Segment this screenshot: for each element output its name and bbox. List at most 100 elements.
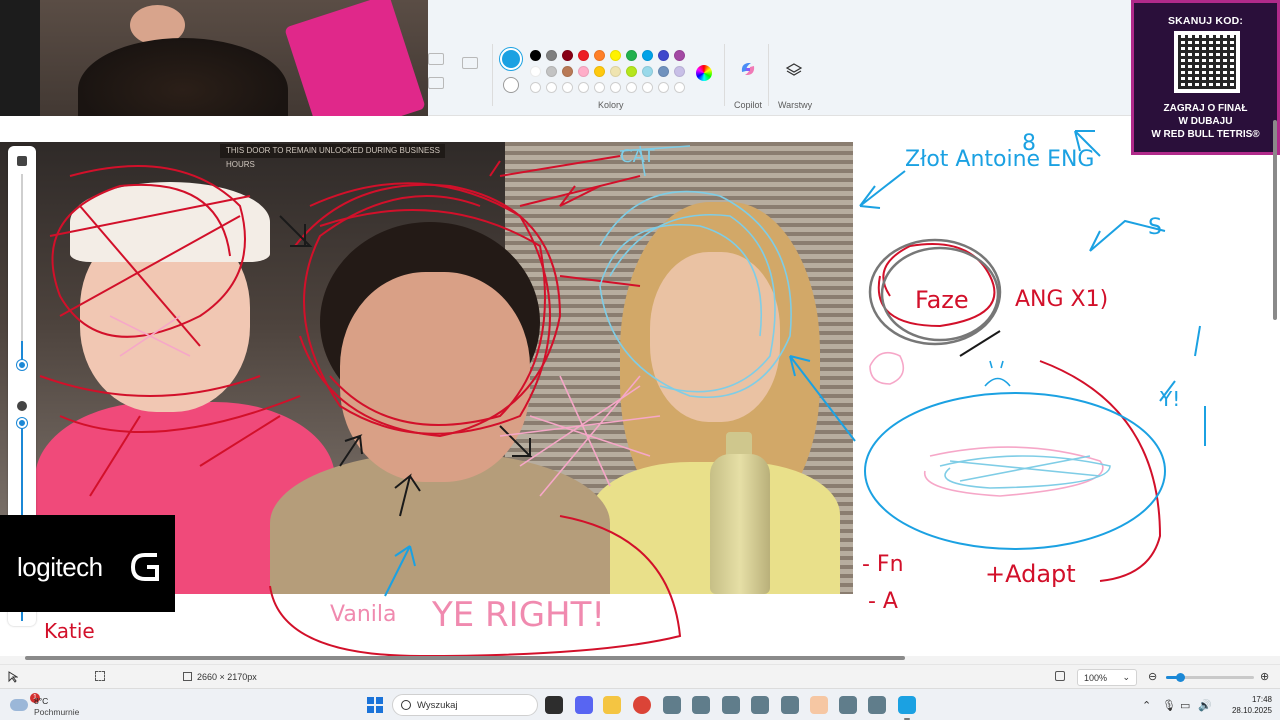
paint-icon[interactable]: [898, 696, 916, 714]
color-swatch[interactable]: [642, 66, 653, 77]
discord-icon[interactable]: [575, 696, 593, 714]
color-swatch[interactable]: [658, 50, 669, 61]
qr-title: SKANUJ KOD:: [1167, 15, 1244, 27]
color-swatch[interactable]: [626, 66, 637, 77]
chrome-icon[interactable]: [633, 696, 651, 714]
zoom-slider[interactable]: [1166, 673, 1254, 682]
logitech-g-icon: [130, 553, 159, 581]
weather-condition: Pochmurnie: [34, 707, 80, 717]
color-swatch[interactable]: [674, 66, 685, 77]
annotation-eight: 8: [1022, 131, 1036, 156]
zoom-in-icon[interactable]: ⊕: [1260, 670, 1269, 683]
zoom-slider-knob[interactable]: [1176, 673, 1186, 682]
weather-temp: 8°C: [34, 696, 49, 706]
volume-icon[interactable]: 🔊: [1198, 699, 1212, 712]
color-swatch[interactable]: [578, 66, 589, 77]
taskbar-search[interactable]: Wyszukaj: [392, 694, 538, 716]
horizontal-scrollbar[interactable]: [25, 656, 905, 660]
selection-icon[interactable]: [95, 671, 105, 681]
color-swatch[interactable]: [642, 50, 653, 61]
color-swatch[interactable]: [530, 66, 541, 77]
bottle-image: [710, 454, 770, 594]
task-view-icon[interactable]: [545, 696, 563, 714]
fill-tool-icon[interactable]: [428, 77, 444, 89]
clock-date[interactable]: 28.10.2025: [1232, 706, 1272, 715]
color-swatch[interactable]: [546, 82, 557, 93]
qr-line-3: W RED BULL TETRIS®: [1151, 129, 1260, 140]
annotation-katie: Katie: [44, 619, 95, 643]
annotation-ang: ANG X1): [1015, 287, 1108, 312]
brush-tool-icon[interactable]: [428, 53, 444, 65]
status-bar: 2660 × 2170px 100% ⌄ ⊖ ⊕: [0, 664, 1280, 688]
annotation-adapt: +Adapt: [985, 560, 1076, 588]
file-explorer-icon[interactable]: [603, 696, 621, 714]
microphone-icon[interactable]: 🎙: [1162, 699, 1176, 712]
weather-widget[interactable]: 1 8°C Pochmurnie: [10, 693, 90, 719]
color-wheel-icon[interactable]: [696, 65, 712, 81]
color-swatch[interactable]: [562, 82, 573, 93]
cloud-icon: [10, 699, 28, 711]
color-swatch[interactable]: [658, 66, 669, 77]
app-icon[interactable]: [810, 696, 828, 714]
app-icon[interactable]: [722, 696, 740, 714]
search-placeholder: Wyszukaj: [417, 700, 458, 711]
color-swatch[interactable]: [578, 50, 589, 61]
color-swatch[interactable]: [658, 82, 669, 93]
color-swatch[interactable]: [578, 82, 589, 93]
zoom-dropdown[interactable]: 100% ⌄: [1077, 669, 1137, 686]
person-center: [270, 222, 610, 594]
app-icon[interactable]: [781, 696, 799, 714]
vertical-scrollbar[interactable]: [1273, 120, 1277, 320]
color-swatch[interactable]: [610, 66, 621, 77]
secondary-color-swatch[interactable]: [503, 77, 519, 93]
color-swatch[interactable]: [546, 66, 557, 77]
clock-time[interactable]: 17:48: [1252, 695, 1272, 704]
chevron-up-icon[interactable]: ⌃: [1142, 699, 1151, 712]
pointer-icon[interactable]: [8, 671, 18, 683]
layers-icon[interactable]: [785, 62, 803, 80]
zoom-out-icon[interactable]: ⊖: [1148, 670, 1157, 683]
annotation-fn: - Fn: [862, 552, 904, 577]
color-swatch[interactable]: [674, 50, 685, 61]
color-swatch[interactable]: [610, 82, 621, 93]
image-size-icon: [183, 672, 192, 681]
fit-to-window-icon[interactable]: [1055, 671, 1065, 681]
logitech-wordmark: logitech: [17, 552, 103, 582]
color-swatch[interactable]: [530, 50, 541, 61]
app-icon[interactable]: [692, 696, 710, 714]
app-icon[interactable]: [663, 696, 681, 714]
zoom-value: 100%: [1084, 673, 1108, 683]
start-button[interactable]: [367, 697, 383, 713]
color-swatch[interactable]: [594, 50, 605, 61]
color-swatch[interactable]: [674, 82, 685, 93]
color-swatch[interactable]: [642, 82, 653, 93]
chevron-down-icon: ⌄: [1122, 672, 1130, 682]
brush-size-knob[interactable]: [17, 360, 27, 370]
color-swatch[interactable]: [594, 66, 605, 77]
primary-color-swatch[interactable]: [500, 48, 522, 70]
qr-line-2: W DUBAJU: [1178, 116, 1233, 127]
color-swatch[interactable]: [626, 82, 637, 93]
copilot-icon[interactable]: [739, 60, 757, 78]
paint-canvas[interactable]: THIS DOOR TO REMAIN UNLOCKED DURING BUSI…: [0, 116, 1280, 656]
opacity-icon: [17, 401, 27, 411]
app-icon[interactable]: [868, 696, 886, 714]
qr-line-1: ZAGRAJ O FINAŁ: [1163, 103, 1248, 114]
screen: Kolory Copilot Warstwy THIS DOOR TO REMA…: [0, 0, 1280, 720]
opacity-knob[interactable]: [17, 418, 27, 428]
color-swatch[interactable]: [562, 50, 573, 61]
shapes-tool-icon[interactable]: [462, 57, 478, 69]
color-swatch[interactable]: [610, 50, 621, 61]
colors-group-label: Kolory: [598, 100, 624, 110]
color-swatch[interactable]: [594, 82, 605, 93]
color-swatch[interactable]: [530, 82, 541, 93]
color-swatch[interactable]: [546, 50, 557, 61]
color-swatch[interactable]: [626, 50, 637, 61]
app-icon[interactable]: [751, 696, 769, 714]
logitech-overlay: logitech: [0, 515, 175, 612]
image-size-value: 2660 × 2170px: [197, 672, 257, 682]
display-icon[interactable]: ▭: [1180, 699, 1190, 712]
color-swatch[interactable]: [562, 66, 573, 77]
tools-group: [428, 45, 498, 95]
app-icon[interactable]: [839, 696, 857, 714]
